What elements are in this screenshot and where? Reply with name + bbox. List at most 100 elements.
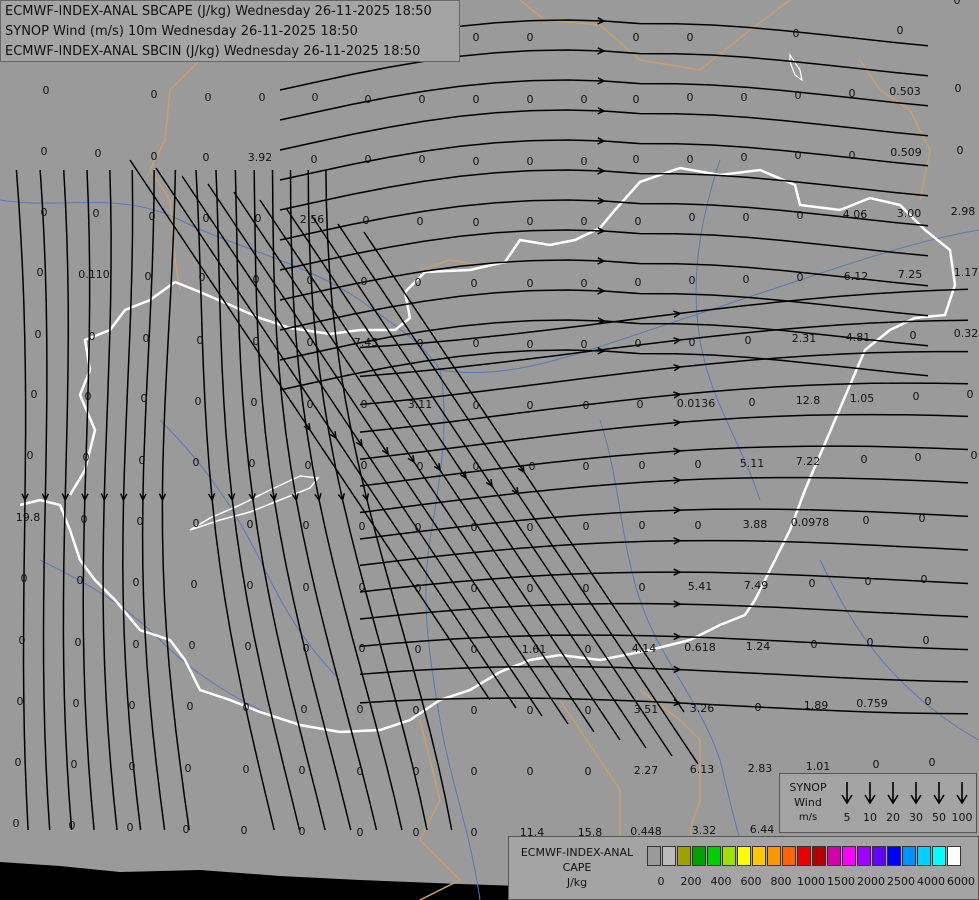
- station-value: 0.32: [954, 327, 979, 340]
- station-value: 0: [195, 395, 202, 408]
- station-value: 0: [243, 701, 250, 714]
- down-arrow-icon: [859, 780, 881, 810]
- station-value: 0: [583, 399, 590, 412]
- station-value: 0: [527, 521, 534, 534]
- station-value: 0: [151, 150, 158, 163]
- station-value: 0: [359, 581, 366, 594]
- station-value: 0: [749, 396, 756, 409]
- station-value: 0: [473, 337, 480, 350]
- station-value: 0: [77, 574, 84, 587]
- station-value: 0: [581, 93, 588, 106]
- station-value: 0: [37, 266, 44, 279]
- cape-color-swatch: [872, 846, 886, 866]
- synop-legend-title-line: Wind: [794, 796, 822, 809]
- station-value: 0: [69, 819, 76, 832]
- station-value: 0: [635, 215, 642, 228]
- station-value: 0: [145, 270, 152, 283]
- cape-color-swatch: [782, 846, 796, 866]
- map-canvas[interactable]: 0 0 0 0 0 0 0 0 0 0 0 0 0 0 0 0 0 0 0 0 0 0 0 0 0 0 0 0.503 0 0 0 0 0 3.9…: [0, 0, 979, 900]
- station-value: 7.25: [898, 268, 923, 281]
- station-value: 0: [187, 700, 194, 713]
- station-value: 4.14: [632, 642, 657, 655]
- station-value: 0: [913, 390, 920, 403]
- station-value: 6.12: [844, 270, 869, 283]
- station-value: 0: [127, 821, 134, 834]
- station-value: 0: [141, 392, 148, 405]
- station-value: 0: [583, 460, 590, 473]
- cape-color-swatch: [887, 846, 901, 866]
- station-value: 0: [363, 214, 370, 227]
- station-value: 0: [419, 153, 426, 166]
- down-arrow-icon: [905, 780, 927, 810]
- station-value: 0: [359, 642, 366, 655]
- station-value: 0: [137, 515, 144, 528]
- station-value: 0: [139, 454, 146, 467]
- station-value: 0: [955, 82, 962, 95]
- station-value: 0: [81, 513, 88, 526]
- station-value: 0: [639, 581, 646, 594]
- station-value: 0: [689, 336, 696, 349]
- cape-legend-title-line: CAPE: [562, 861, 592, 874]
- cape-color-swatch: [857, 846, 871, 866]
- station-value: 0: [687, 91, 694, 104]
- station-value: 3.92: [248, 151, 273, 164]
- cape-color-swatch: [752, 846, 766, 866]
- station-value: 0: [312, 91, 319, 104]
- station-value: 0: [305, 459, 312, 472]
- station-value: 0: [415, 276, 422, 289]
- station-value: 0: [247, 579, 254, 592]
- station-value: 1.24: [746, 640, 771, 653]
- station-value: 0: [811, 638, 818, 651]
- station-value: 0: [419, 93, 426, 106]
- station-value: 0: [471, 704, 478, 717]
- station-value: 0: [967, 388, 974, 401]
- station-value: 0: [357, 765, 364, 778]
- station-value: 3.26: [690, 702, 715, 715]
- station-value: 0: [365, 93, 372, 106]
- station-value: 0: [241, 824, 248, 837]
- station-value: 0: [73, 697, 80, 710]
- cape-color-swatch: [797, 846, 811, 866]
- station-value: 0: [689, 211, 696, 224]
- station-value: 0: [473, 399, 480, 412]
- station-value: 0: [251, 396, 258, 409]
- station-value: 0: [637, 398, 644, 411]
- station-value: 4.06: [843, 208, 868, 221]
- station-value: 0: [793, 27, 800, 40]
- station-value: 0: [795, 89, 802, 102]
- station-value: 0: [867, 636, 874, 649]
- station-value: 0: [151, 88, 158, 101]
- station-value: 0: [633, 93, 640, 106]
- station-value: 0: [311, 153, 318, 166]
- station-value: 0: [743, 211, 750, 224]
- cape-color-legend: ECMWF-INDEX-ANAL CAPE J/kg 0 200 400 600 800…: [508, 836, 979, 900]
- station-value: 2.98: [951, 205, 976, 218]
- synop-legend-title: SYNOP Wind m/s: [784, 780, 832, 825]
- synop-legend-value: 100: [951, 811, 973, 824]
- station-value: 0: [415, 582, 422, 595]
- station-value: 0: [687, 31, 694, 44]
- cape-color-swatch: [677, 846, 691, 866]
- station-value: 0: [15, 756, 22, 769]
- station-value: 12.8: [796, 394, 821, 407]
- station-value: 1.01: [806, 760, 831, 773]
- station-value: 0.0978: [791, 516, 830, 529]
- station-value: 0: [253, 335, 260, 348]
- station-value: 0: [203, 212, 210, 225]
- station-value: 0: [527, 704, 534, 717]
- station-value: 0: [417, 460, 424, 473]
- station-value: 0: [583, 582, 590, 595]
- station-value: 0: [527, 155, 534, 168]
- station-value: 0: [471, 277, 478, 290]
- station-value: 0: [925, 695, 932, 708]
- station-value: 0: [797, 271, 804, 284]
- station-value: 0: [307, 336, 314, 349]
- station-value: 0: [921, 573, 928, 586]
- cape-color-swatch: [692, 846, 706, 866]
- station-value: 0: [897, 24, 904, 37]
- station-value: 0: [954, 0, 961, 7]
- cape-color-swatch: [917, 846, 931, 866]
- cape-legend-title-line: J/kg: [566, 876, 588, 889]
- station-value: 0: [307, 274, 314, 287]
- station-value: 0: [795, 149, 802, 162]
